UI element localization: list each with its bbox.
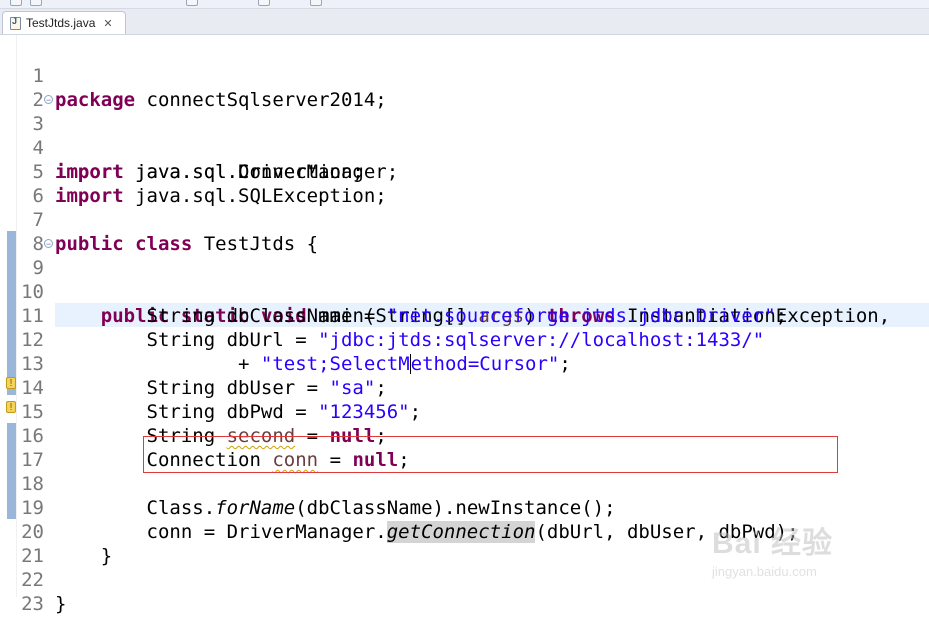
code-line: 19 conn = DriverManager.getConnection(db… [0,472,929,543]
watermark-logo: Bai 经验 [712,527,834,560]
code-line: 14 String dbPwd = "123456"; [0,352,929,423]
code-line: 9 − public static void main(String[] arg… [0,232,929,327]
editor-tab-testjtds[interactable]: TestJtds.java ✕ [2,11,126,34]
line-number: 23 [21,593,44,615]
code-line: 11 String dbUrl = "jdbc:jtds:sqlserver:/… [0,280,929,351]
code-text: } [55,593,67,615]
java-file-icon [10,16,21,30]
code-line: 10 String dbClassName = "net.sourceforge… [0,256,929,327]
code-line: 20 } [0,496,929,567]
toolbar-icon[interactable] [310,0,322,6]
code-line: 6 [0,160,929,207]
watermark-url: jingyan.baidu.com [712,564,817,579]
fold-toggle-icon[interactable]: − [44,239,53,249]
code-line: 7 public class TestJtds { [0,184,929,255]
fold-toggle-icon[interactable]: − [44,95,53,105]
code-line: 5 import java.sql.SQLException; [0,136,929,207]
tab-label: TestJtds.java [26,16,96,30]
annotation-highlight-box [143,436,838,473]
toolbar-icon[interactable] [186,0,198,6]
code-line: 4 import java.sql.DriverManager; [0,112,929,183]
code-line: 13 String dbUser = "sa"; [0,328,929,399]
code-line: 16 Connection conn = null; [0,400,929,471]
baidu-watermark: Bai 经验 jingyan.baidu.com [712,518,912,579]
editor-tab-bar: TestJtds.java ✕ [0,9,929,35]
toolbar-strip [0,0,929,9]
toolbar-icon[interactable] [10,0,22,6]
toolbar-icon[interactable] [30,0,42,6]
code-line-current: 12 + "test;SelectMethod=Cursor"; [0,304,929,375]
code-editor[interactable]: ! ! 1 package connectSqlserver2014; 2 3 … [0,35,929,615]
code-line: 8 [0,208,929,255]
code-line: 1 package connectSqlserver2014; [0,40,929,111]
code-line: 3 − import java.sql.Connection; [0,88,929,183]
code-line: 2 [0,64,929,111]
close-icon[interactable]: ✕ [103,17,112,30]
toolbar-icon[interactable] [258,0,270,6]
code-line: 15 String second = null; [0,376,929,447]
